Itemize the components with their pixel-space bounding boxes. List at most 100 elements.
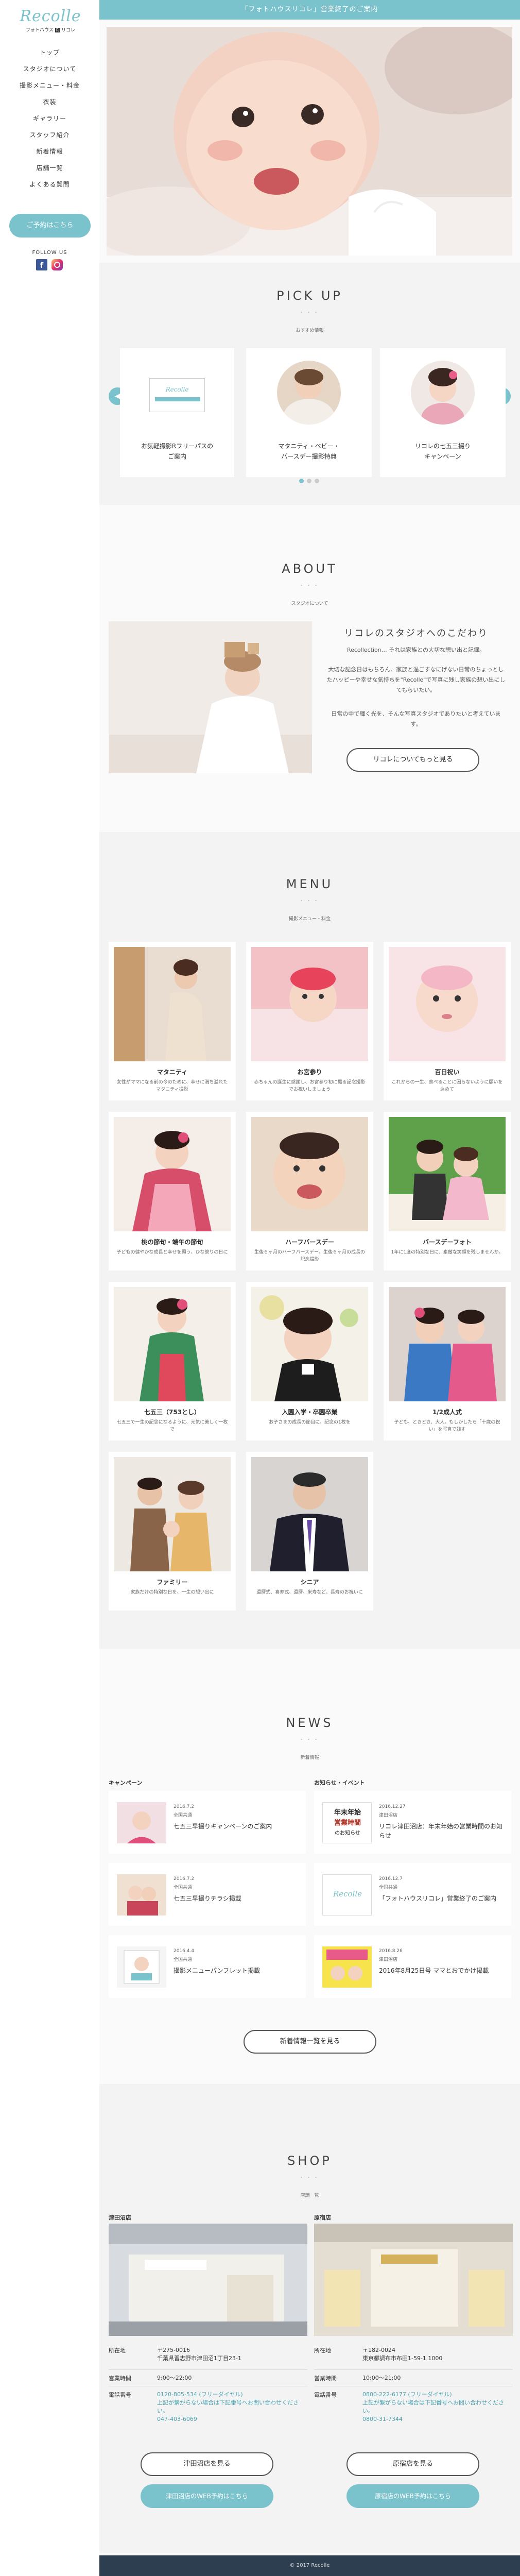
nav-item-shops[interactable]: 店舗一覧	[0, 160, 99, 176]
pickup-dots: ・・・	[299, 310, 321, 316]
menu-card-title: ファミリー	[157, 1579, 188, 1586]
shop-info-table: 所在地 〒275-0016 千葉県習志野市津田沼1丁目23-1 営業時間 9:0…	[109, 2342, 307, 2428]
nav-item-studio[interactable]: スタジオについて	[0, 61, 99, 77]
shop-web-reserve-button[interactable]: 原宿店のWEB予約はこちら	[346, 2484, 479, 2508]
menu-card-title: 百日祝い	[435, 1069, 460, 1076]
news-item[interactable]: 年末年始 営業時間 のお知らせ 2016.12.27 津田沼店 リコレ津田沼店：…	[314, 1791, 511, 1854]
page: Recolle フォトハウス R リコレ トップ スタジオについて 撮影メニュー…	[0, 0, 520, 2576]
pickup-card[interactable]: リコレの七五三撮り キャンペーン	[380, 348, 506, 477]
menu-card-maternity[interactable]: マタニティ 女性がママになる前の今のために、幸せに満ち溢れたマタニティ撮影	[109, 942, 236, 1100]
nav-item-costume[interactable]: 衣装	[0, 94, 99, 110]
menu-card-hyakunichi[interactable]: 百日祝い これからの一生、食べることに困らないように願いを込めて	[384, 942, 511, 1100]
menu-card-photo	[389, 1117, 506, 1231]
menu-card-school-ceremony[interactable]: 入園入学・卒園卒業 お子さまの成長の節目に、記念の1枚を	[246, 1282, 373, 1440]
pickup-card-label: マタニティ・ベビー・ バースデー撮影特典	[278, 443, 340, 460]
menu-card-photo	[251, 1287, 368, 1401]
menu-card-desc: これからの一生、食べることに困らないように願いを込めて	[391, 1080, 503, 1092]
nav-item-staff[interactable]: スタッフ紹介	[0, 127, 99, 143]
shop-row-hours: 営業時間 10:00〜21:00	[314, 2370, 513, 2386]
menu-card-photo	[251, 1117, 368, 1231]
pagination-dot[interactable]	[315, 479, 319, 483]
menu-subtitle: 撮影メニュー・料金	[288, 917, 331, 922]
menu-card-photo	[251, 947, 368, 1061]
news-category: 全国共通	[174, 1885, 193, 1890]
shop-name: 津田沼店	[109, 2214, 131, 2221]
menu-card-half-birthday[interactable]: ハーフバースデー 生後６ヶ月のハーフバースデー。生後６ヶ月の成長の記念撮影	[246, 1112, 373, 1270]
thumb-text-year: 年末年始	[334, 1809, 361, 1817]
news-date: 2016.12.7	[379, 1876, 403, 1882]
menu-card-desc: 家族だけの特別な日を、一生の想い出に	[130, 1590, 214, 1595]
news-list-button[interactable]: 新着情報一覧を見る	[244, 2030, 376, 2054]
pickup-card[interactable]: マタニティ・ベビー・ バースデー撮影特典	[246, 348, 372, 477]
shop-row-phone: 電話番号 0120-805-534 (フリーダイヤル) 上記が繋がらない場合は下…	[109, 2386, 307, 2428]
menu-card-sekku[interactable]: 桃の節句・端午の節句 子どもの健やかな成長と幸せを願う、ひな祭りの日に	[109, 1112, 236, 1270]
shop-row-value: 10:00〜21:00	[362, 2375, 401, 2381]
pagination-dot[interactable]	[307, 479, 311, 483]
about-dots: ・・・	[299, 583, 321, 589]
reserve-button[interactable]: ご予約はこちら	[9, 214, 91, 238]
news-date: 2016.7.2	[174, 1804, 195, 1809]
sidebar: Recolle フォトハウス R リコレ トップ スタジオについて 撮影メニュー…	[0, 0, 99, 2576]
menu-card-title: 1/2成人式	[432, 1409, 462, 1416]
news-item[interactable]: 2016.7.2 全国共通 七五三早撮りキャンペーンのご案内	[109, 1791, 306, 1854]
social-links: f	[36, 259, 67, 270]
menu-card-desc: 子どもの健やかな成長と幸せを願う、ひな祭りの日に	[116, 1250, 228, 1255]
pickup-card[interactable]: Recolle お気軽撮影Rフリーパスの ご案内	[120, 348, 234, 477]
instagram-icon[interactable]	[51, 259, 63, 270]
shop-detail-button[interactable]: 津田沼店を見る	[141, 2452, 273, 2476]
about-more-button[interactable]: リコレについてもっと見る	[346, 748, 479, 772]
shop-phone-alt[interactable]: 047-403-6069	[157, 2415, 307, 2424]
shop-row-key: 営業時間	[109, 2375, 131, 2382]
menu-card-title: 入園入学・卒園卒業	[282, 1409, 338, 1416]
shop-phone-alt[interactable]: 0800-31-7344	[362, 2415, 513, 2424]
menu-card-birthday-photo[interactable]: バースデーフォト 1年に1度の特別な日に、素敵な笑顔を残しませんか。	[384, 1112, 511, 1270]
menu-card-photo	[389, 1287, 506, 1401]
pagination-dot[interactable]	[299, 479, 304, 483]
announcement-bar[interactable]: 「フォトハウスリコレ」営業終了のご案内	[99, 0, 520, 20]
about-paragraph-2: 大切な記念日はもちろん、家族と過ごすなにげない日常のちょっとしたハッピーや幸せな…	[326, 666, 506, 693]
site-logo[interactable]: Recolle フォトハウス R リコレ	[20, 7, 81, 36]
news-thumbnail	[117, 1802, 166, 1843]
shop-row-key: 営業時間	[314, 2375, 337, 2382]
nav-item-gallery[interactable]: ギャラリー	[0, 110, 99, 127]
news-category: 津田沼店	[379, 1957, 398, 1962]
menu-card-title: ハーフバースデー	[285, 1239, 334, 1246]
menu-card-desc: 1年に1度の特別な日に、素敵な笑顔を残しませんか。	[391, 1250, 504, 1255]
menu-card-half-adult[interactable]: 1/2成人式 子ども、ときどき、大人。もしかしたら「十歳の祝い」を写真で残す	[384, 1282, 511, 1440]
news-item[interactable]: 2016.7.2 全国共通 七五三早撮りチラシ掲載	[109, 1863, 306, 1926]
thumb-text-hours: 営業時間	[334, 1819, 361, 1827]
hero-image	[107, 27, 512, 256]
menu-card-title: シニア	[300, 1579, 319, 1586]
news-item[interactable]: Recolle 2016.12.7 全国共通 「フォトハウスリコレ」営業終了のご…	[314, 1863, 511, 1926]
menu-card-omiyamairi[interactable]: お宮参り 赤ちゃんの誕生に感謝し、お宮参り初に撮る記念撮影でお祝いしましょう	[246, 942, 373, 1100]
logo-badge: R	[55, 28, 60, 32]
nav-item-menu[interactable]: 撮影メニュー・料金	[0, 77, 99, 94]
news-item[interactable]: 2016.4.4 全国共通 撮影メニューパンフレット掲載	[109, 1935, 306, 1998]
facebook-icon[interactable]: f	[36, 259, 47, 270]
shop-detail-button[interactable]: 原宿店を見る	[346, 2452, 479, 2476]
logo-sub-b: リコレ	[61, 28, 76, 33]
main-content: 「フォトハウスリコレ」営業終了のご案内 PICK UP ・・・ おすすめ情報 ◀…	[99, 0, 520, 2576]
nav-item-top[interactable]: トップ	[0, 44, 99, 61]
nav-item-faq[interactable]: よくある質問	[0, 176, 99, 193]
shop-web-reserve-button[interactable]: 津田沼店のWEB予約はこちら	[141, 2484, 273, 2508]
news-date: 2016.4.4	[174, 1948, 195, 1954]
shop-name: 原宿店	[314, 2214, 331, 2221]
shop-row-key: 電話番号	[109, 2392, 131, 2398]
menu-card-shichigosan[interactable]: 七五三（753とし） 七五三で一生の記念になるように、元気に美しく一枚で	[109, 1282, 236, 1440]
nav-item-news[interactable]: 新着情報	[0, 143, 99, 160]
news-item[interactable]: 2016.8.26 津田沼店 2016年8月25日号 ママとおでかけ掲載	[314, 1935, 511, 1998]
news-column-campaign: キャンペーン	[109, 1780, 143, 1786]
menu-card-senior[interactable]: シニア 還暦式、喜寿式、還暦、米寿など、長寿のお祝いに	[246, 1452, 373, 1611]
shop-phone-text[interactable]: 0120-805-534 (フリーダイヤル) 上記が繋がらない場合は下記番号へお…	[157, 2391, 307, 2415]
thumb-text-notice: のお知らせ	[335, 1831, 360, 1836]
shop-phone-text[interactable]: 0800-222-6177 (フリーダイヤル) 上記が繋がらない場合は下記番号へ…	[362, 2391, 513, 2415]
about-paragraph-1: Recollection… それは家族との大切な想い出と記録。	[346, 647, 486, 653]
logo-subtitle: フォトハウス R リコレ	[20, 26, 81, 33]
menu-card-title: マタニティ	[157, 1069, 188, 1076]
menu-card-photo	[114, 1117, 231, 1231]
menu-card-title: 桃の節句・端午の節句	[141, 1239, 203, 1246]
logo-script: Recolle	[20, 7, 81, 25]
menu-card-title: バースデーフォト	[423, 1239, 472, 1246]
menu-card-family[interactable]: ファミリー 家族だけの特別な日を、一生の想い出に	[109, 1452, 236, 1611]
